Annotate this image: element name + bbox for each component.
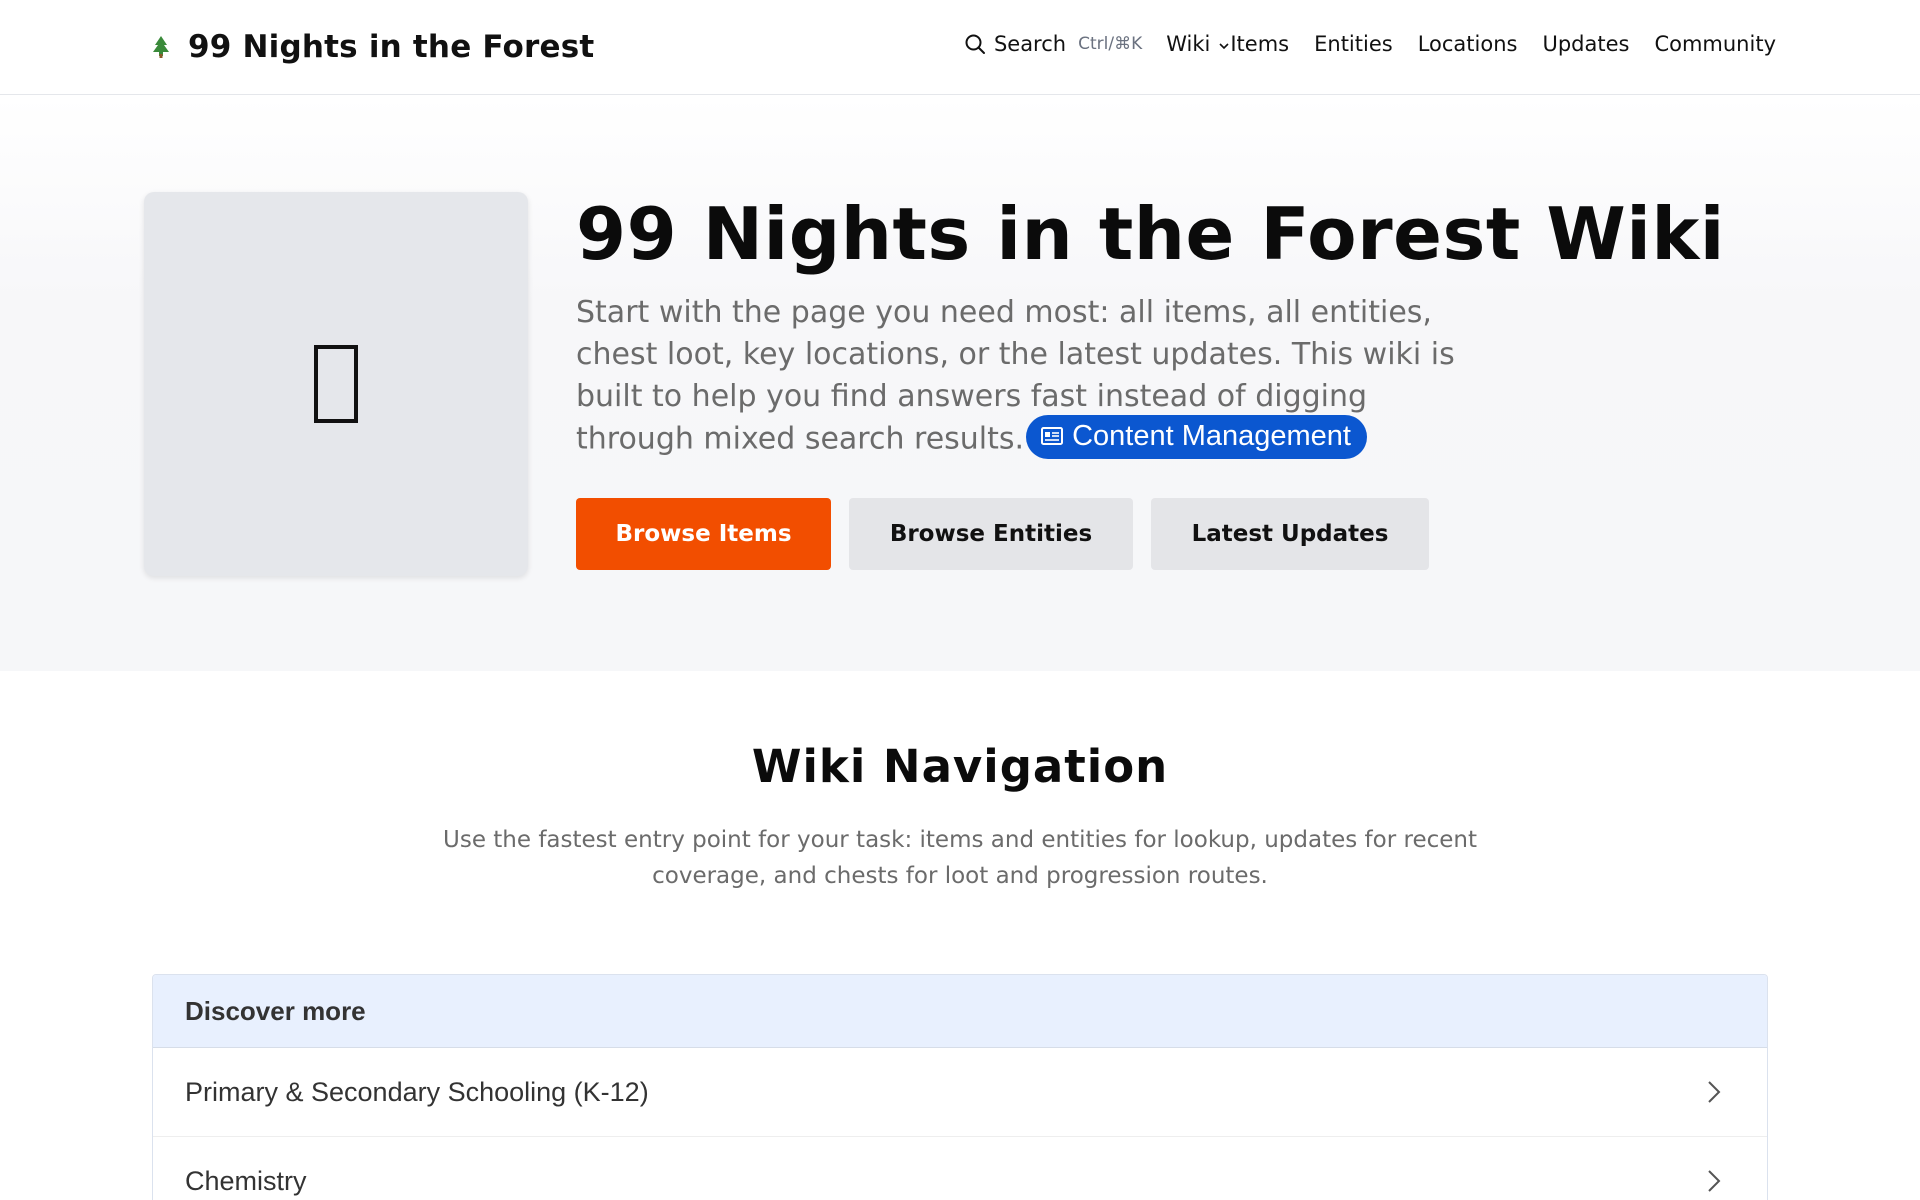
hero-buttons: Browse Items Browse Entities Latest Upda… [576, 498, 1447, 570]
main-nav: Search Ctrl/⌘K Wiki Items Entities Locat… [964, 32, 1776, 56]
discover-item-label: Primary & Secondary Schooling (K-12) [185, 1076, 649, 1107]
content-management-label: Content Management [1072, 420, 1351, 452]
chevron-right-icon [1708, 1170, 1721, 1192]
hero-section: 99 Nights in the Forest Wiki Start with … [0, 96, 1920, 671]
nav-community[interactable]: Community [1654, 32, 1776, 56]
search-shortcut: Ctrl/⌘K [1078, 34, 1143, 54]
brand-name: 99 Nights in the Forest [188, 29, 595, 65]
brand-link[interactable]: 99 Nights in the Forest [150, 29, 594, 65]
discover-item-label: Chemistry [185, 1165, 307, 1196]
discover-item[interactable]: Chemistry [153, 1137, 1767, 1200]
section-description: Use the fastest entry point for your tas… [443, 827, 1477, 889]
missing-image-icon [314, 345, 358, 423]
nav-wiki-label: Wiki [1166, 32, 1211, 56]
nav-entities[interactable]: Entities [1314, 32, 1393, 56]
hero-description: Start with the page you need most: all i… [576, 292, 1466, 462]
site-header: 99 Nights in the Forest Search Ctrl/⌘K W… [0, 0, 1920, 95]
nav-items[interactable]: Items [1230, 32, 1289, 56]
page-title: 99 Nights in the Forest Wiki [576, 192, 1725, 276]
discover-more-panel: Discover more Primary & Secondary School… [152, 974, 1768, 1200]
latest-updates-button[interactable]: Latest Updates [1151, 498, 1429, 570]
search-button[interactable]: Search Ctrl/⌘K [964, 32, 1142, 56]
discover-item[interactable]: Primary & Secondary Schooling (K-12) [153, 1048, 1767, 1137]
hero-image-placeholder [144, 192, 528, 576]
pine-tree-icon [153, 36, 169, 58]
nav-wiki-dropdown[interactable]: Wiki [1166, 32, 1230, 56]
search-label: Search [993, 32, 1067, 56]
browse-entities-button[interactable]: Browse Entities [849, 498, 1133, 570]
chevron-down-icon [1219, 42, 1229, 49]
newspaper-icon [1041, 427, 1064, 445]
content-management-badge[interactable]: Content Management [1026, 415, 1367, 459]
discover-more-heading: Discover more [153, 975, 1767, 1048]
section-title: Wiki Navigation [751, 740, 1169, 793]
nav-locations[interactable]: Locations [1418, 32, 1518, 56]
browse-items-button[interactable]: Browse Items [576, 498, 831, 570]
chevron-right-icon [1708, 1081, 1721, 1103]
nav-updates[interactable]: Updates [1542, 32, 1629, 56]
search-icon [965, 34, 985, 54]
